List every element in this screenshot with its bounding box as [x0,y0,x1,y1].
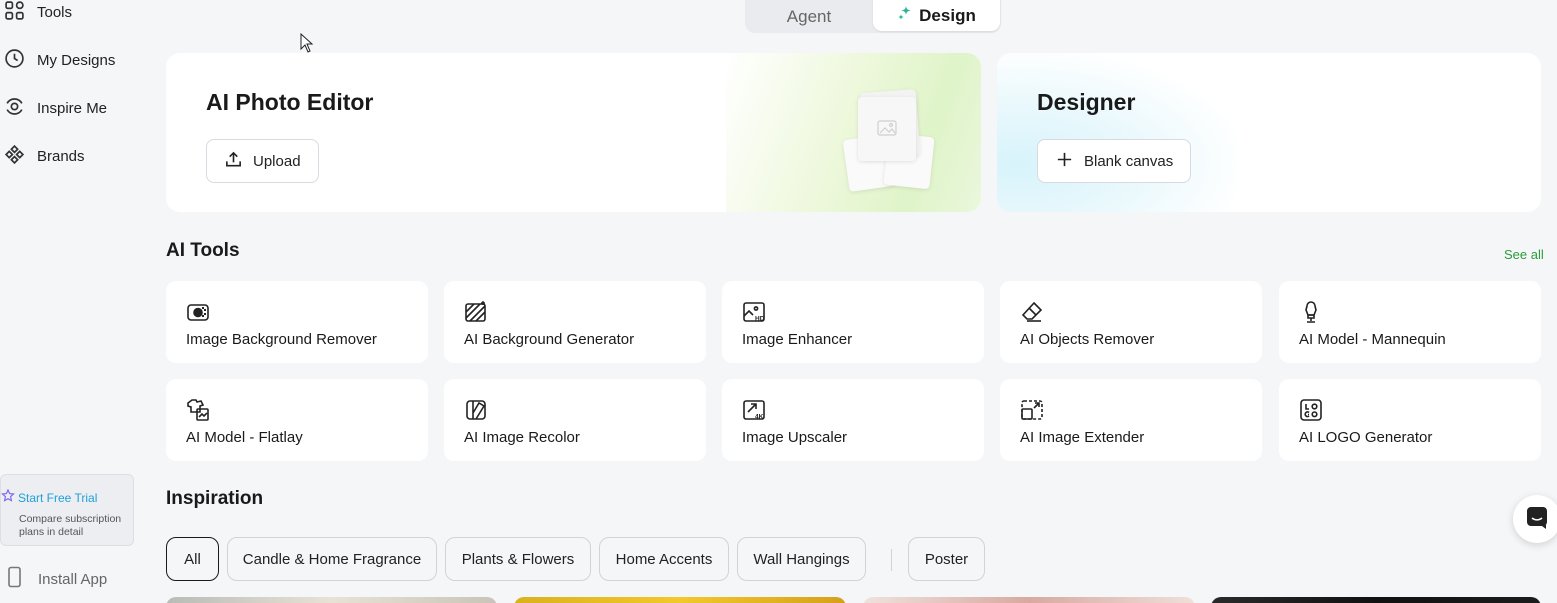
designer-card: Designer Blank canvas [997,53,1541,212]
chip-divider [891,549,892,571]
mode-toggle: Agent Design [745,0,1001,33]
tool-label: Image Background Remover [186,331,377,348]
tool-card-ai-logo-generator[interactable]: AI LOGO Generator [1279,379,1541,461]
install-app-button[interactable]: Install App [4,566,107,592]
eraser-icon [1020,300,1044,324]
tool-label: AI Model - Flatlay [186,429,303,446]
free-trial-card[interactable]: Start Free Trial Compare subscription pl… [0,474,134,546]
chip-wall-hangings[interactable]: Wall Hangings [737,537,866,581]
chat-icon [1524,504,1550,535]
upload-button[interactable]: Upload [206,139,319,183]
mouse-cursor-icon [300,32,314,58]
blank-canvas-button[interactable]: Blank canvas [1037,139,1192,183]
photo-editor-card: AI Photo Editor Upload [166,53,981,212]
plus-icon [1055,150,1074,173]
tool-label: Image Upscaler [742,429,848,446]
photo-editor-title: AI Photo Editor [206,89,374,115]
recolor-icon [464,398,488,422]
clock-icon [4,48,25,73]
sparkle-icon [897,5,913,26]
tool-label: AI Objects Remover [1020,331,1155,348]
see-all-link[interactable]: See all [1504,247,1544,262]
sidebar-item-inspire-me[interactable]: Inspire Me [4,96,107,121]
sidebar-item-brands[interactable]: Brands [4,144,85,169]
trial-subtitle: Compare subscription plans in detail [19,513,122,538]
tool-card-image-enhancer[interactable]: HD Image Enhancer [722,281,984,363]
flatlay-icon [186,398,210,422]
card-gradient [997,53,1237,212]
chip-plants-flowers[interactable]: Plants & Flowers [445,537,591,581]
sparkle-badge-icon [1,488,15,506]
install-app-label: Install App [38,570,108,588]
sidebar: Tools My Designs Inspire Me Brands Start… [0,0,140,603]
chat-help-button[interactable] [1513,495,1557,543]
tool-card-ai-image-recolor[interactable]: AI Image Recolor [444,379,706,461]
chip-home-accents[interactable]: Home Accents [599,537,729,581]
sidebar-item-my-designs[interactable]: My Designs [4,48,115,73]
tool-label: Image Enhancer [742,331,853,348]
tool-label: AI LOGO Generator [1299,429,1433,446]
tool-label: AI Image Recolor [464,429,580,446]
hd-enhancer-icon: HD [742,300,766,324]
sidebar-item-tools[interactable]: Tools [4,0,72,25]
inspiration-thumbnail[interactable] [863,597,1195,603]
sidebar-item-label: Tools [37,4,73,21]
designer-title: Designer [1037,89,1136,115]
tool-label: AI Background Generator [464,331,635,348]
upload-icon [224,150,243,173]
logo-generator-icon [1299,398,1323,422]
tool-card-ai-background-generator[interactable]: AI Background Generator [444,281,706,363]
trial-title[interactable]: Start Free Trial [1,488,133,506]
chip-all[interactable]: All [166,537,219,581]
sidebar-item-label: Inspire Me [37,100,108,117]
inspiration-thumbnail[interactable] [166,597,497,603]
brands-icon [4,144,25,169]
bg-remover-icon [186,300,210,324]
tool-label: AI Image Extender [1020,429,1145,446]
bg-generator-icon [464,300,488,324]
tool-label: AI Model - Mannequin [1299,331,1446,348]
grid-icon [4,0,25,25]
tool-card-image-upscaler[interactable]: 4K Image Upscaler [722,379,984,461]
tab-design[interactable]: Design [873,0,1000,31]
ai-tools-title: AI Tools [166,240,240,261]
phone-icon [4,566,24,592]
extender-icon [1020,398,1044,422]
photo-placeholder-icon [842,85,936,192]
upscaler-4k-icon: 4K [742,398,766,422]
tool-card-ai-image-extender[interactable]: AI Image Extender [1000,379,1262,461]
sidebar-item-label: My Designs [37,52,116,69]
chip-poster[interactable]: Poster [908,537,985,581]
svg-text:4K: 4K [755,414,764,421]
inspiration-thumbnail[interactable] [1211,597,1541,603]
tool-card-ai-model-mannequin[interactable]: AI Model - Mannequin [1279,281,1541,363]
inspire-icon [4,96,25,121]
chip-candle-home-fragrance[interactable]: Candle & Home Fragrance [227,537,437,581]
svg-text:HD: HD [755,316,765,323]
tab-agent[interactable]: Agent [745,0,873,33]
tool-card-image-background-remover[interactable]: Image Background Remover [166,281,428,363]
inspiration-thumbnail[interactable] [514,597,846,603]
mannequin-icon [1299,300,1323,324]
sidebar-item-label: Brands [37,148,85,165]
inspiration-title: Inspiration [166,488,264,509]
tool-card-ai-objects-remover[interactable]: AI Objects Remover [1000,281,1262,363]
tool-card-ai-model-flatlay[interactable]: AI Model - Flatlay [166,379,428,461]
